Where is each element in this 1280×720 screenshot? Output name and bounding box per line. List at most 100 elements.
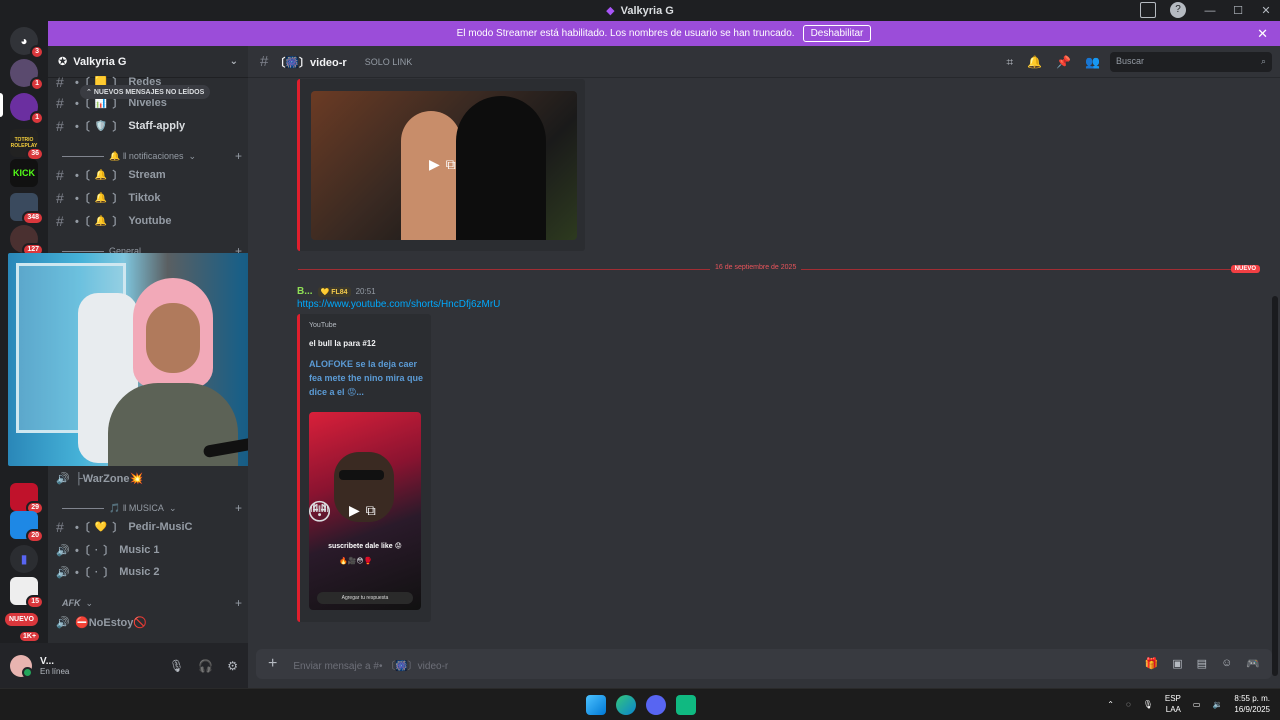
speaker-icon: 🔊 [56,566,70,579]
text-channel-icon: # [56,74,64,90]
voice-channel-warzone[interactable]: 🔊 ├WarZone💥 [56,468,242,488]
microphone-icon[interactable]: 🎙 [169,659,184,673]
bottom-badge: 1K+ [20,632,40,641]
server-icon[interactable]: 127 [10,225,44,257]
voice-channel-noestoy[interactable]: 🔊 ⛔NoEstoy🚫 [56,612,242,632]
home-button[interactable]: ◕ 3 [10,27,44,59]
threads-icon[interactable]: ⌗ [1006,55,1013,70]
headphones-icon[interactable]: 🎧 [198,659,213,673]
category-notificaciones[interactable]: 🔔 ‖ notificaciones ⌄ + [62,149,242,163]
play-icon[interactable]: ▶ ⧉ [349,502,376,519]
channel-staff-apply[interactable]: # •〔 🛡️ 〕 Staff-apply [56,116,242,136]
server-icon[interactable]: 20 [10,511,44,543]
message-composer[interactable]: + Enviar mensaje a #• 〔🎆〕video-r 🎁 ▣ ▤ ☺… [256,649,1272,679]
text-channel-icon: # [56,519,64,535]
add-attachment-icon[interactable]: + [268,655,277,673]
chat-area: # 〔🎆〕video-r SOLO LINK ⌗ 🔔 📌 👥 Buscar ⌕ … [248,46,1280,688]
app-taskbar-icon[interactable] [676,695,696,715]
message-author[interactable]: B... [297,286,313,297]
video-thumbnail[interactable]: ▶ ⧉ [311,91,577,240]
notification-badge: 1 [30,77,44,91]
chevron-down-icon: ⌄ [229,56,238,67]
maximize-icon[interactable]: ☐ [1224,4,1252,17]
add-channel-icon[interactable]: + [235,501,242,515]
unread-messages-pill[interactable]: ⌃ NUEVOS MENSAJES NO LEÍDOS [80,85,211,99]
short-thumbnail[interactable]: 😳 ▶ ⧉ suscribete dale like 😟 🔥🎥😳🥊 Agregar… [309,412,421,610]
settings-gear-icon[interactable]: ⚙ [227,659,238,673]
emoji-icon[interactable]: ☺ [1221,657,1232,670]
display-icon[interactable]: ▭ [1193,700,1201,709]
notification-bell-icon[interactable]: 🔔 [1027,55,1042,70]
open-external-icon[interactable]: ⧉ [446,156,456,173]
server-icon-kick[interactable]: KICK [10,159,38,187]
pin-icon[interactable]: 📌 [1056,55,1071,70]
member-list-icon[interactable]: 👥 [1085,55,1100,70]
server-badge-icon: ✪ [58,56,68,68]
add-channel-icon[interactable]: + [235,149,242,163]
language-indicator[interactable]: ESP LAA [1165,693,1181,715]
notification-badge: 15 [26,595,44,609]
voice-channel-music-1[interactable]: 🔊 •〔 · 〕 Music 1 [56,540,242,560]
embed-title[interactable]: el bull la para #12 [309,339,376,348]
speaker-icon: 🔊 [56,616,70,629]
streamer-image [108,273,238,466]
channel-youtube[interactable]: # •〔 🔔 〕 Youtube [56,211,242,231]
sticker-icon[interactable]: ▤ [1197,657,1207,670]
discord-taskbar-icon[interactable] [646,695,666,715]
server-icon[interactable]: 29 [10,483,44,515]
activities-icon[interactable]: 🎮 [1246,657,1260,670]
gift-icon[interactable]: 🎁 [1145,657,1159,670]
server-icon[interactable]: 15 [10,577,44,609]
search-input[interactable]: Buscar ⌕ [1110,52,1272,72]
close-icon[interactable]: ✕ [1257,26,1268,42]
avatar[interactable] [10,654,33,678]
volume-icon[interactable]: 🔉 [1212,700,1222,709]
open-external-icon[interactable]: ⧉ [366,502,376,519]
gif-icon[interactable]: ▣ [1172,657,1182,670]
close-window-icon[interactable]: ✕ [1252,4,1280,17]
category-musica[interactable]: 🎵 ‖ MUSICA ⌄ + [62,501,242,515]
disable-button[interactable]: Deshabilitar [802,25,872,42]
server-icon[interactable]: TOTRIO ROLEPLAY 36 [10,129,44,161]
text-channel-icon: # [56,95,64,111]
message-input[interactable]: Enviar mensaje a #• 〔🎆〕video-r [293,657,448,672]
message-link[interactable]: https://www.youtube.com/shorts/HncDfj6zM… [297,299,500,310]
channel-topic: SOLO LINK [364,56,413,67]
play-icon[interactable]: ▶ ⧉ [429,156,456,173]
category-afk[interactable]: AFK ⌄ + [62,596,242,610]
text-channel-icon: # [56,118,64,134]
embed-provider[interactable]: YouTube [309,322,337,329]
divider-date: 16 de septiembre de 2025 [710,264,802,271]
inbox-icon[interactable] [1140,2,1156,18]
user-panel: V... En línea 🎙 🎧 ⚙ [0,643,248,688]
help-icon[interactable]: ? [1170,2,1186,18]
tray-chevron-icon[interactable]: ⌃ [1107,700,1114,709]
minimize-icon[interactable]: — [1196,5,1224,17]
add-channel-icon[interactable]: + [235,596,242,610]
text-channel-icon: # [260,53,269,70]
channel-tiktok[interactable]: # •〔 🔔 〕 Tiktok [56,188,242,208]
edge-icon[interactable] [616,695,636,715]
chevron-down-icon: ⌄ [168,502,177,513]
server-icon[interactable]: 348 [10,193,44,225]
clock[interactable]: 8:55 p. m. 16/9/2025 [1234,693,1270,715]
channel-pedir-music[interactable]: # •〔 💛 〕 Pedir-MusiC [56,517,242,537]
notification-badge: 1 [30,111,44,125]
microphone-tray-icon[interactable]: 🎙 [1143,700,1153,709]
add-reply-button[interactable]: Agregar tu respuesta [317,592,413,604]
channel-stream[interactable]: # •〔 🔔 〕 Stream [56,165,242,185]
folder-icon[interactable]: ▮ [10,545,38,573]
text-channel-icon: # [56,167,64,183]
message-timestamp: 20:51 [355,287,376,296]
network-icon[interactable]: ◌ [1126,700,1131,709]
guild-tag: 💛 FL84 [317,286,351,297]
youtube-embed: YouTube el bull la para #12 ALOFOKE se l… [297,314,431,622]
server-icon[interactable]: 1 [10,59,44,91]
voice-channel-music-2[interactable]: 🔊 •〔 · 〕 Music 2 [56,562,242,582]
speaker-icon: 🔊 [56,472,70,485]
notification-badge: 3 [30,45,44,59]
windows-start-icon[interactable] [586,695,606,715]
chat-scrollbar[interactable] [1272,296,1278,676]
search-icon: ⌕ [1260,56,1266,66]
server-icon-valkyria[interactable]: 1 [10,93,44,125]
